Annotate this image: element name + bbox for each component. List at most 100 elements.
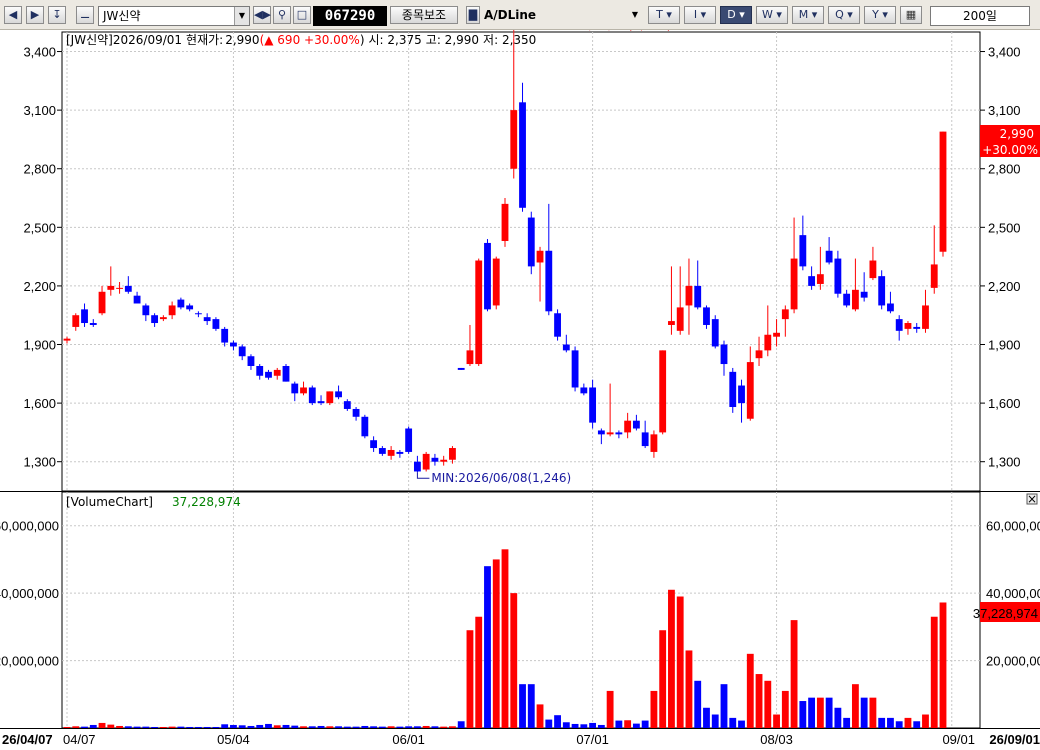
toolbar: ◀ ▶ ↧ ⚊ JW신약 ▼ ◀▶ ⚲ □ 067290 종목보조 ▇ A/DL… [0, 0, 1040, 30]
date-tick: 04/07 [63, 732, 96, 747]
volume-bar [659, 630, 667, 728]
candle-body [273, 369, 281, 376]
volume-bar [562, 722, 570, 728]
volume-bar [632, 723, 640, 728]
scale-icon[interactable]: ⚊ [76, 6, 94, 24]
period-button-t[interactable]: T ▾ [648, 6, 680, 24]
stock-code[interactable]: 067290 [313, 6, 387, 26]
volume-bar [729, 717, 737, 728]
volume-bar [335, 726, 342, 728]
period-button-w[interactable]: W ▾ [756, 6, 788, 24]
prev-next-icon[interactable]: ◀▶ [253, 6, 271, 24]
volume-bar [746, 653, 754, 728]
candle-body [790, 258, 798, 310]
candle-body [632, 420, 640, 429]
volume-bar [422, 725, 430, 728]
volume-bar [615, 720, 623, 728]
price-tick-right: 1,900 [988, 338, 1021, 353]
period-button-m[interactable]: M ▾ [792, 6, 824, 24]
volume-bar [554, 715, 561, 728]
candle-body [387, 449, 395, 456]
stock-name-combo[interactable]: JW신약 ▼ [98, 6, 250, 26]
volume-bar [571, 723, 579, 728]
candle-body [475, 260, 483, 365]
date-tick: 09/01 [942, 732, 975, 747]
volume-bar [834, 707, 842, 728]
volume-header-name: [VolumeChart] [66, 495, 153, 509]
date-tick: 08/03 [760, 732, 793, 747]
candle-body [335, 391, 342, 398]
period-count[interactable]: 200일 [930, 6, 1030, 26]
volume-bar [738, 720, 745, 728]
candle-body [177, 299, 185, 308]
download-icon[interactable]: ↧ [48, 6, 66, 24]
volume-bar [755, 674, 763, 728]
price-tick-left: 2,500 [23, 220, 56, 235]
last-price: 2,990 [1000, 127, 1034, 141]
candle-body [466, 350, 474, 365]
sub-indicator-button[interactable]: 종목보조 [390, 6, 458, 24]
period-button-y[interactable]: Y ▾ [864, 6, 896, 24]
price-tick-right: 2,800 [988, 162, 1021, 177]
min-annotation: MIN:2026/06/08(1,246) [416, 471, 571, 485]
candle-body [527, 217, 535, 267]
candle-body [650, 434, 658, 452]
volume-bar [300, 726, 307, 728]
volume-box-value: 37,228,974 [973, 606, 1038, 621]
volume-bar [773, 714, 780, 728]
volume-bar [519, 684, 526, 728]
stock-chart: [JW신약]2026/09/01 현재가: 2,990(▲ 690 +30.00%)… [0, 30, 1040, 750]
window-icon[interactable]: □ [293, 6, 311, 24]
candle-body [606, 432, 614, 435]
sidebar-toggle-icon[interactable]: ◀ [4, 6, 22, 24]
candle-body [300, 387, 307, 394]
volume-bar [501, 549, 509, 728]
candle-body [764, 334, 772, 351]
volume-bar [536, 704, 544, 728]
volume-bar [887, 717, 894, 728]
volume-bar [317, 725, 325, 728]
volume-bar [212, 726, 220, 728]
volume-bar [247, 725, 255, 728]
volume-bar [825, 697, 833, 728]
search-icon[interactable]: ⚲ [273, 6, 291, 24]
volume-bar [930, 616, 938, 728]
close-glyph: × [1027, 492, 1037, 506]
price-tick-left: 3,400 [23, 45, 56, 60]
candle-body [615, 432, 623, 435]
indicator-icon: ▇ [466, 6, 480, 24]
volume-bar [668, 589, 675, 728]
volume-bar [396, 726, 404, 728]
volume-bar [378, 726, 386, 728]
period-button-q[interactable]: Q ▾ [828, 6, 860, 24]
candle-body [186, 305, 194, 310]
volume-bar [98, 722, 106, 728]
chevron-down-icon[interactable]: ▼ [234, 7, 249, 25]
volume-tick-right: 40,000,000 [986, 586, 1040, 601]
link-icon[interactable]: ▶ [26, 6, 44, 24]
volume-bar [107, 724, 115, 728]
volume-bar [904, 717, 912, 728]
candle-body [72, 315, 80, 327]
bar-chart-icon[interactable]: ▦ [900, 6, 922, 24]
candle-body [624, 420, 632, 433]
candle-body [641, 432, 649, 447]
price-tick-right: 2,200 [988, 279, 1021, 294]
period-button-i[interactable]: I ▾ [684, 6, 716, 24]
indicator-combo[interactable]: A/DLine ▼ [480, 6, 642, 26]
volume-bar [221, 724, 229, 728]
price-tick-right: 2,500 [988, 220, 1021, 235]
candle-body [63, 338, 71, 341]
volume-bar [860, 697, 868, 728]
chevron-down-icon[interactable]: ▼ [628, 6, 642, 24]
candle-body [212, 319, 220, 329]
candle-body [431, 457, 439, 462]
candle-body [107, 285, 115, 290]
indicator-name: A/DLine [484, 8, 537, 22]
candle-body [492, 258, 500, 306]
period-button-d[interactable]: D ▾ [720, 6, 752, 24]
candle-body [247, 356, 255, 366]
candle-body [808, 276, 816, 286]
volume-bar [177, 726, 185, 728]
candle-body [869, 260, 877, 279]
